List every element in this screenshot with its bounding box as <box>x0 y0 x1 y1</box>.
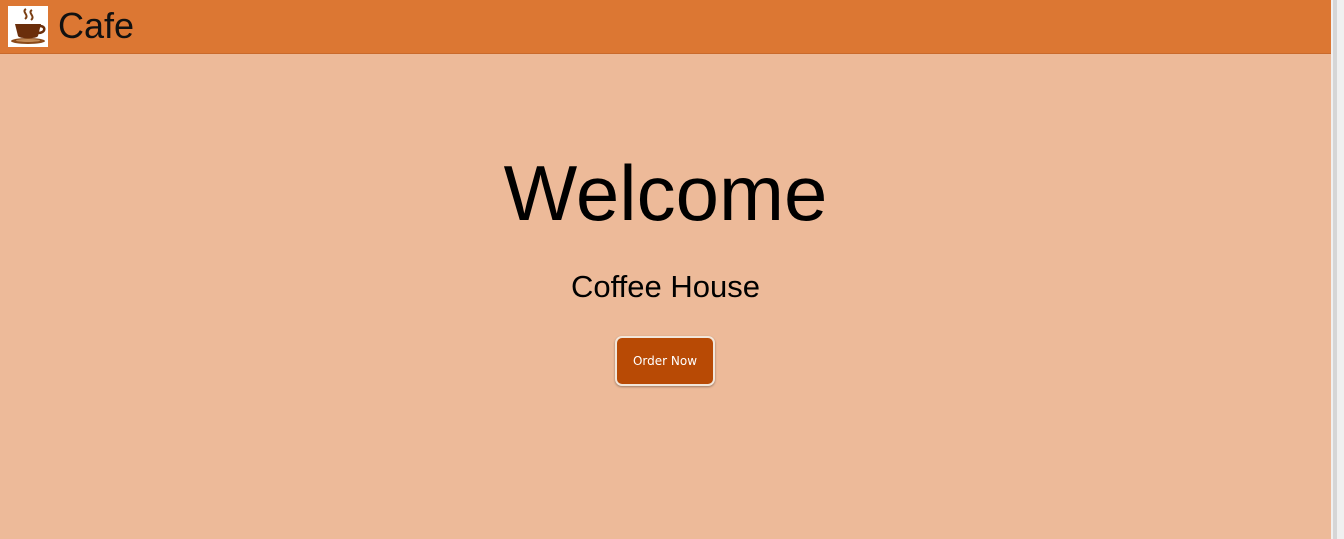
coffee-cup-icon[interactable] <box>8 6 48 47</box>
navbar: Cafe <box>0 0 1331 54</box>
order-now-button[interactable]: Order Now <box>615 336 715 386</box>
brand-title[interactable]: Cafe <box>58 6 134 46</box>
page: Cafe Welcome Coffee House Order Now <box>0 0 1331 539</box>
scrollbar-thumb[interactable] <box>1333 0 1337 539</box>
hero-subtitle: Coffee House <box>571 269 760 304</box>
vertical-scrollbar[interactable] <box>1331 0 1344 539</box>
hero-title: Welcome <box>503 149 828 237</box>
